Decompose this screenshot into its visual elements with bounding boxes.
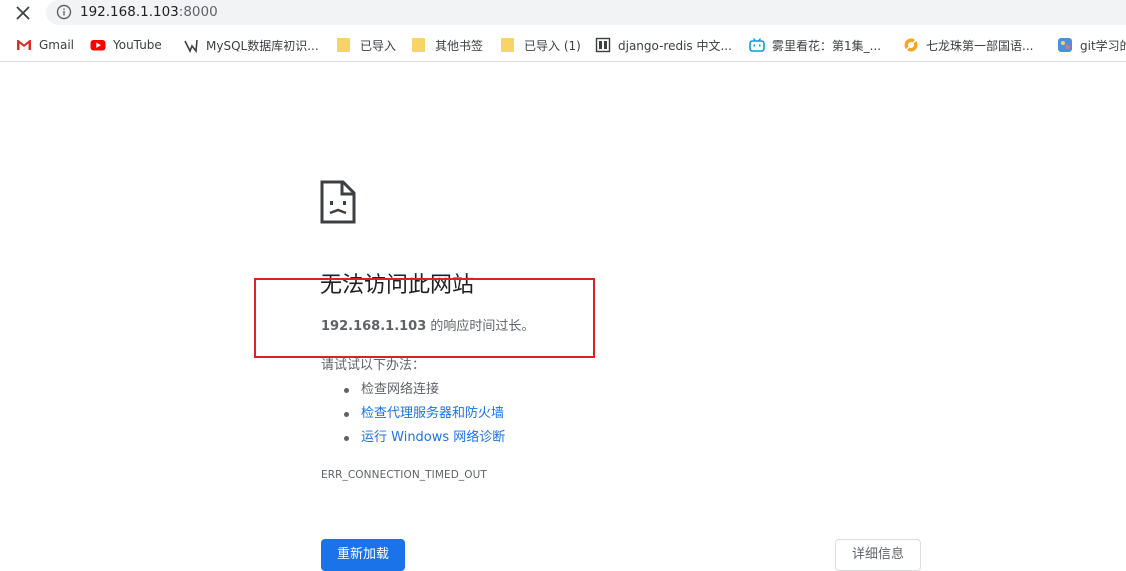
bookmark-label: git学习的 [1080,38,1126,53]
error-detail-suffix: 的响应时间过长。 [426,319,535,334]
reload-button[interactable]: 重新加载 [321,539,405,571]
youtube-icon [90,37,106,53]
bookmark-label: YouTube [113,38,162,52]
bookmark-youtube[interactable]: YouTube [90,35,162,55]
stop-loading-button[interactable] [12,2,34,24]
bookmark-gmail[interactable]: Gmail [16,35,74,55]
details-button[interactable]: 详细信息 [835,539,921,571]
bookmark-label: Gmail [39,38,75,52]
bookmark-label: django-redis 中文... [618,38,732,53]
folder-icon [501,38,514,52]
mysql-icon [183,37,199,54]
error-code: ERR_CONNECTION_TIMED_OUT [321,469,487,481]
bilibili-icon [749,37,765,53]
bookmark-bilibili[interactable]: 雾里看花：第1集_... [749,35,881,55]
gmail-icon [16,37,32,53]
error-headline: 无法访问此网站 [320,273,475,298]
bookmark-folder-imported-1[interactable]: 已导入 (1) [501,35,581,55]
address-bar[interactable]: 192.168.1.103:8000 [46,0,1126,25]
bookmark-django-redis[interactable]: django-redis 中文... [595,35,732,55]
browser-toolbar: 192.168.1.103:8000 [0,0,1126,26]
bookmark-label: 其他书签 [435,38,484,53]
bookmark-dragonball[interactable]: 七龙珠第一部国语... [903,35,1033,55]
book-icon [595,37,611,53]
suggestion-check-proxy-link[interactable]: 检查代理服务器和防火墙 [341,402,505,426]
bookmark-label: 雾里看花：第1集_... [772,38,882,53]
close-icon [16,6,30,20]
sad-page-icon [320,180,356,224]
bookmark-label: 已导入 (1) [524,38,581,53]
url-text[interactable]: 192.168.1.103:8000 [80,4,218,20]
bookmark-git[interactable]: git学习的 [1057,35,1126,55]
suggestions-list: 检查网络连接 检查代理服务器和防火墙 运行 Windows 网络诊断 [341,378,505,450]
error-host: 192.168.1.103 [321,319,427,334]
suggestion-network-diagnostics-link[interactable]: 运行 Windows 网络诊断 [341,426,505,450]
bookmark-folder-imported[interactable]: 已导入 [337,35,396,55]
url-port: :8000 [178,4,218,20]
info-icon[interactable] [56,4,72,20]
suggestion-check-network: 检查网络连接 [341,378,505,402]
error-detail: 192.168.1.103 的响应时间过长。 [321,317,534,337]
bookmark-folder-other[interactable]: 其他书签 [412,35,483,55]
app-icon [1057,37,1073,53]
bookmark-label: 七龙珠第一部国语... [926,38,1034,53]
bookmarks-bar: Gmail YouTube MySQL数据库初识... 已导入 其他书签 已导入… [0,31,1126,62]
site-icon [903,37,919,53]
bookmark-mysql[interactable]: MySQL数据库初识... [183,35,319,55]
bookmark-label: MySQL数据库初识... [206,38,319,53]
bookmark-label: 已导入 [360,38,397,53]
suggestions-heading: 请试试以下办法： [321,358,426,373]
folder-icon [337,38,350,52]
url-host: 192.168.1.103 [80,4,179,20]
folder-icon [412,38,425,52]
